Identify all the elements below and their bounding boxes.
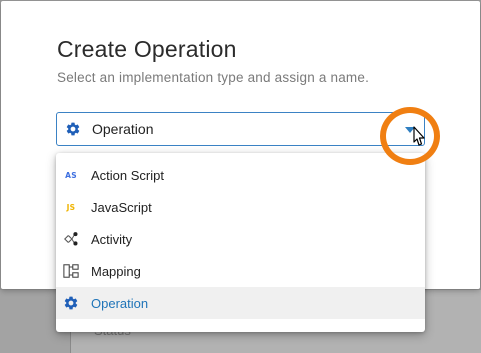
menu-item-mapping[interactable]: Mapping: [56, 255, 425, 287]
activity-icon: [63, 231, 79, 247]
implementation-type-menu: AS Action Script JS JavaScript Activity: [56, 153, 425, 332]
menu-item-label: Activity: [91, 232, 133, 247]
menu-item-activity[interactable]: Activity: [56, 223, 425, 255]
dialog-subtitle: Select an implementation type and assign…: [57, 70, 370, 85]
dialog-title: Create Operation: [57, 36, 237, 62]
menu-item-label: Operation: [91, 296, 149, 311]
action-script-icon: AS: [65, 170, 77, 180]
menu-item-operation[interactable]: Operation: [56, 287, 425, 319]
menu-item-label: Action Script: [91, 168, 164, 183]
select-value: Operation: [92, 121, 154, 137]
implementation-type-select[interactable]: Operation: [56, 112, 425, 146]
menu-item-javascript[interactable]: JS JavaScript: [56, 191, 425, 223]
menu-item-action-script[interactable]: AS Action Script: [56, 159, 425, 191]
mapping-icon: [63, 263, 79, 279]
mouse-cursor-icon: [410, 125, 428, 149]
gear-icon: [63, 295, 79, 311]
menu-item-label: Mapping: [91, 264, 141, 279]
javascript-icon: JS: [66, 202, 76, 212]
gear-icon: [65, 121, 81, 137]
menu-item-label: JavaScript: [91, 200, 152, 215]
